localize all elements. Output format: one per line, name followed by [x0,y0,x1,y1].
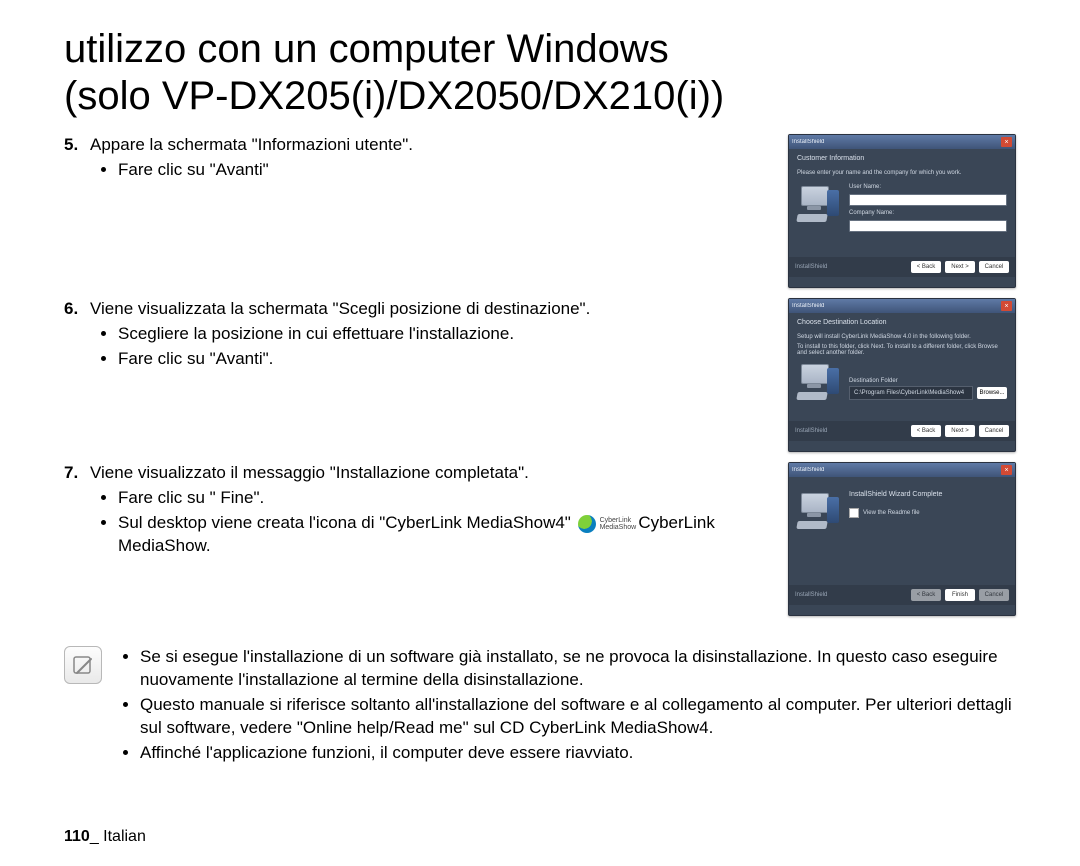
sc2-para1: Setup will install CyberLink MediaShow 4… [797,334,1007,340]
title-line-1: utilizzo con un computer Windows [64,27,669,71]
page-footer: 110_ Italian [64,828,146,846]
step-6-num: 6. [64,298,90,373]
step-6-text: 6. Viene visualizzata la schermata "Sceg… [64,298,764,377]
sc2-path: C:\Program Files\CyberLink\MediaShow4 [849,386,973,400]
note-list: Se si esegue l'installazione di un softw… [118,646,1016,767]
sc3-back-button: < Back [911,589,941,601]
sc2-cancel-button: Cancel [979,425,1009,437]
step-6-main: Viene visualizzata la schermata "Scegli … [90,299,590,318]
pencil-note-icon [71,653,95,677]
sc2-dest-label: Destination Folder [849,378,1007,384]
screenshot-complete: InstallShield × InstallShield Wizard Com… [788,462,1016,616]
page-title: utilizzo con un computer Windows (solo V… [64,26,1016,120]
sc1-input-company [849,220,1007,232]
sc3-heading: InstallShield Wizard Complete [849,491,1007,498]
computer-icon [797,491,841,529]
sc2-back-button: < Back [911,425,941,437]
sc1-next-button: Next > [945,261,975,273]
checkbox-icon [849,508,859,518]
sc1-label1: User Name: [849,184,1007,190]
close-icon: × [1001,301,1012,311]
step-6-row: 6. Viene visualizzata la schermata "Sceg… [64,298,1016,452]
sc2-titlebar: InstallShield [792,303,824,309]
step-7-bullet-1: Fare clic su " Fine". [118,487,764,510]
page-number: 110 [64,828,90,845]
sc1-label2: Company Name: [849,210,1007,216]
note-icon [64,646,102,684]
step-7-bullet-2: Sul desktop viene creata l'icona di "Cyb… [118,512,764,558]
sc1-input-user [849,194,1007,206]
step-7-b2-pre: Sul desktop viene creata l'icona di "Cyb… [118,513,571,532]
sc2-heading: Choose Destination Location [797,319,1007,326]
close-icon: × [1001,465,1012,475]
step-6-bullet-1: Scegliere la posizione in cui effettuare… [118,323,764,346]
step-5-text: 5. Appare la schermata "Informazioni ute… [64,134,764,188]
step-7-main: Viene visualizzato il messaggio "Install… [90,463,529,482]
manual-page: utilizzo con un computer Windows (solo V… [0,0,1080,866]
cyberlink-icon-label: CyberLink MediaShow [600,517,634,531]
screenshot-1-col: InstallShield × Customer Information Ple… [784,134,1016,288]
sc3-logo: InstallShield [795,592,827,598]
step-7-text: 7. Viene visualizzato il messaggio "Inst… [64,462,764,564]
sc3-cancel-button: Cancel [979,589,1009,601]
step-5-bullet-1: Fare clic su "Avanti" [118,159,764,182]
step-5-main: Appare la schermata "Informazioni utente… [90,135,413,154]
step-5-num: 5. [64,134,90,184]
sc2-logo: InstallShield [795,428,827,434]
step-7-num: 7. [64,462,90,560]
computer-icon [797,362,841,400]
sc1-heading: Customer Information [797,155,1007,162]
step-6-bullet-2: Fare clic su "Avanti". [118,348,764,371]
computer-icon [797,184,841,222]
step-7-row: 7. Viene visualizzato il messaggio "Inst… [64,462,1016,616]
sc1-titlebar: InstallShield [792,139,824,145]
sc1-sub: Please enter your name and the company f… [797,170,1007,176]
title-line-2: (solo VP-DX205(i)/DX2050/DX210(i)) [64,74,724,118]
screenshot-user-info: InstallShield × Customer Information Ple… [788,134,1016,288]
sc2-browse-button: Browse... [977,387,1007,399]
close-icon: × [1001,137,1012,147]
screenshot-destination: InstallShield × Choose Destination Locat… [788,298,1016,452]
sc2-para2: To install to this folder, click Next. T… [797,344,1007,356]
sc3-check: View the Readme file [863,510,920,516]
sc3-titlebar: InstallShield [792,467,824,473]
note-2: Questo manuale si riferisce soltanto all… [140,694,1016,740]
page-label: _ Italian [90,828,146,845]
sc3-finish-button: Finish [945,589,975,601]
note-block: Se si esegue l'installazione di un softw… [64,646,1016,767]
sc1-logo: InstallShield [795,264,827,270]
note-1: Se si esegue l'installazione di un softw… [140,646,1016,692]
screenshot-3-col: InstallShield × InstallShield Wizard Com… [784,462,1016,616]
sc1-cancel-button: Cancel [979,261,1009,273]
screenshot-2-col: InstallShield × Choose Destination Locat… [784,298,1016,452]
cyberlink-icon [578,515,596,533]
step-5-row: 5. Appare la schermata "Informazioni ute… [64,134,1016,288]
sc1-back-button: < Back [911,261,941,273]
sc2-next-button: Next > [945,425,975,437]
note-3: Affinché l'applicazione funzioni, il com… [140,742,1016,765]
